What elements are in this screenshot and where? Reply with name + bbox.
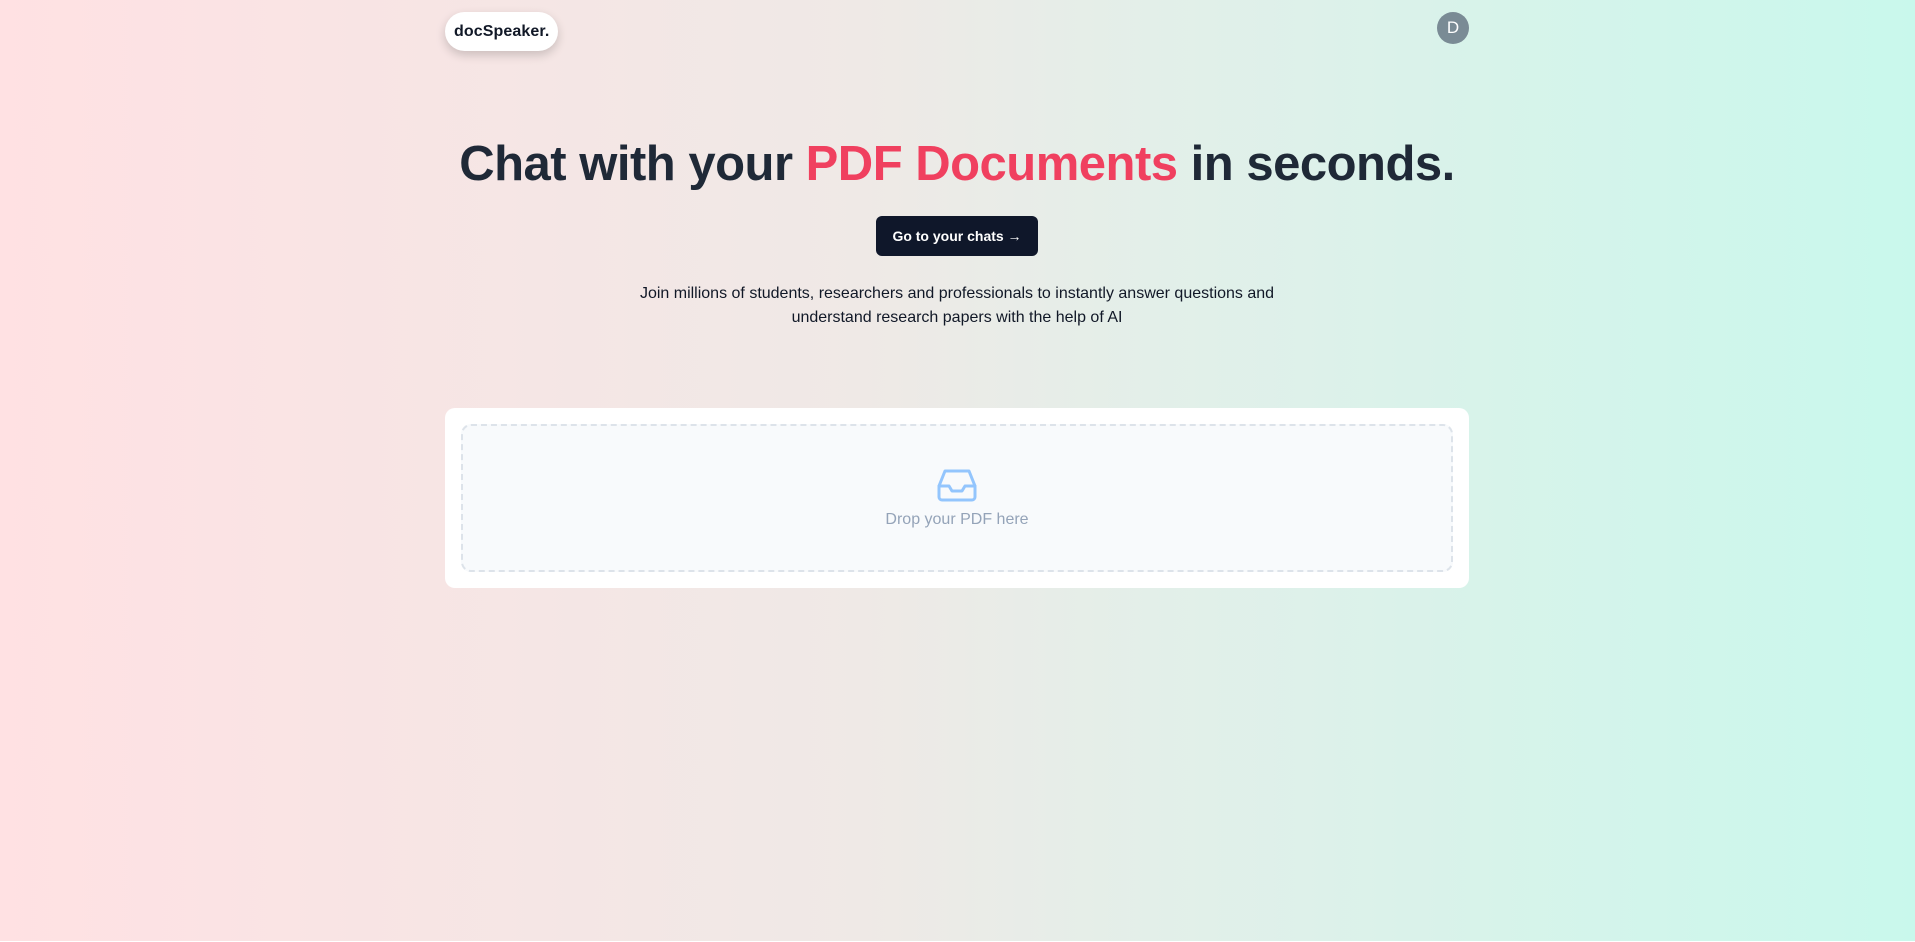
upload-card: Drop your PDF here (445, 408, 1469, 588)
hero-title-part1: Chat with your (459, 137, 806, 191)
hero-subtitle: Join millions of students, researchers a… (639, 285, 1275, 326)
hero-title-accent: PDF Documents (805, 137, 1178, 191)
go-to-chats-button[interactable]: Go to your chats → (876, 216, 1038, 256)
drop-label: Drop your PDF here (885, 510, 1029, 528)
pdf-dropzone[interactable]: Drop your PDF here (461, 424, 1453, 572)
page-container: docSpeaker. D Chat with your PDF Documen… (445, 0, 1469, 942)
inbox-icon (937, 468, 977, 511)
hero-title: Chat with your PDF Documents in seconds. (445, 134, 1469, 194)
hero-title-part2: in seconds. (1177, 137, 1456, 191)
logo[interactable]: docSpeaker. (445, 12, 559, 51)
user-avatar[interactable]: D (1437, 12, 1469, 44)
